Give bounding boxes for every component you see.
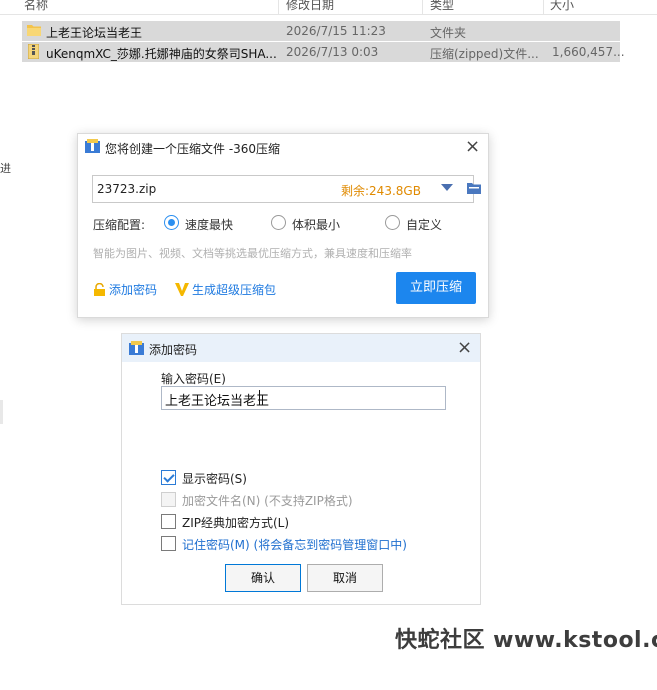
compress-dialog-title: 您将创建一个压缩文件 -360压缩 bbox=[105, 142, 281, 156]
password-input-label: 输入密码(E) bbox=[161, 372, 226, 386]
checkbox[interactable] bbox=[161, 536, 176, 551]
output-filename[interactable]: 23723.zip bbox=[97, 182, 156, 196]
file-type: 压缩(zipped)文件... bbox=[430, 47, 539, 61]
radio-selected[interactable] bbox=[164, 215, 179, 230]
super-pack-label: 生成超级压缩包 bbox=[192, 283, 277, 297]
column-header-date[interactable]: 修改日期 bbox=[286, 0, 334, 13]
password-input[interactable]: 上老王论坛当老王 bbox=[161, 386, 446, 410]
compress-now-button[interactable]: 立即压缩 bbox=[396, 272, 476, 304]
free-space-label: 剩余:243.8GB bbox=[341, 184, 421, 198]
file-row-folder[interactable]: 上老王论坛当老王 2026/7/15 11:23 文件夹 bbox=[22, 21, 620, 41]
radio[interactable] bbox=[385, 215, 400, 230]
browse-folder-icon[interactable] bbox=[467, 182, 481, 194]
left-edge-fragment: 进 bbox=[0, 162, 11, 175]
checkbox-checked[interactable] bbox=[161, 470, 176, 485]
option-label: 体积最小 bbox=[292, 218, 341, 232]
file-date: 2026/7/13 0:03 bbox=[286, 45, 379, 59]
column-header-type[interactable]: 类型 bbox=[430, 0, 454, 13]
radio[interactable] bbox=[271, 215, 286, 230]
archive-app-icon bbox=[129, 341, 144, 355]
ok-button[interactable]: 确认 bbox=[225, 564, 301, 592]
compress-hint: 智能为图片、视频、文档等挑选最优压缩方式，兼具速度和压缩率 bbox=[93, 247, 412, 260]
close-icon[interactable]: × bbox=[457, 339, 472, 357]
password-value[interactable]: 上老王论坛当老王 bbox=[165, 390, 269, 409]
compress-config-label: 压缩配置: bbox=[93, 218, 146, 232]
output-path-field[interactable]: 23723.zip 剩余:243.8GB bbox=[92, 175, 481, 203]
add-password-link[interactable]: 添加密码 bbox=[93, 281, 157, 298]
lock-icon bbox=[94, 283, 105, 296]
text-caret bbox=[259, 390, 260, 405]
zip-file-icon bbox=[28, 44, 39, 59]
password-dialog-title: 添加密码 bbox=[149, 343, 198, 357]
add-password-dialog: 添加密码 × 输入密码(E) 上老王论坛当老王 显示密码(S) 加密文件名(N)… bbox=[121, 333, 481, 605]
chevron-down-icon[interactable] bbox=[441, 184, 453, 191]
password-dialog-titlebar[interactable]: 添加密码 × bbox=[122, 334, 480, 362]
column-header-size[interactable]: 大小 bbox=[550, 0, 574, 13]
option-label: 速度最快 bbox=[185, 218, 234, 232]
super-pack-link[interactable]: 生成超级压缩包 bbox=[175, 281, 276, 298]
file-date: 2026/7/15 11:23 bbox=[286, 24, 386, 38]
checkbox[interactable] bbox=[161, 514, 176, 529]
show-password-label: 显示密码(S) bbox=[182, 472, 247, 486]
column-separator[interactable] bbox=[422, 0, 423, 14]
cancel-button[interactable]: 取消 bbox=[307, 564, 383, 592]
folder-icon bbox=[27, 25, 41, 36]
column-headers: 名称 修改日期 类型 大小 bbox=[0, 0, 657, 15]
column-separator[interactable] bbox=[278, 0, 279, 14]
option-label: 自定义 bbox=[406, 218, 443, 232]
file-name: uKenqmXC_莎娜.托娜神庙的女祭司SHA... bbox=[46, 47, 277, 61]
zip-classic-label: ZIP经典加密方式(L) bbox=[182, 516, 290, 530]
file-size: 1,660,457... bbox=[552, 45, 625, 59]
v-badge-icon bbox=[175, 283, 189, 296]
left-scroll-fragment bbox=[0, 400, 3, 424]
compress-dialog-titlebar[interactable]: 您将创建一个压缩文件 -360压缩 × bbox=[78, 134, 488, 160]
file-name: 上老王论坛当老王 bbox=[46, 26, 143, 40]
file-type: 文件夹 bbox=[430, 26, 467, 40]
watermark-text: 快蛇社区 www.kstool.cc bbox=[395, 628, 657, 653]
remember-password-label: 记住密码(M) (将会备忘到密码管理窗口中) bbox=[182, 538, 407, 552]
encrypt-filenames-label: 加密文件名(N) (不支持ZIP格式) bbox=[182, 494, 353, 508]
checkbox-disabled bbox=[161, 492, 176, 507]
archive-app-icon bbox=[85, 139, 100, 153]
column-separator[interactable] bbox=[543, 0, 544, 14]
add-password-label: 添加密码 bbox=[109, 283, 158, 297]
column-header-name[interactable]: 名称 bbox=[24, 0, 48, 13]
file-row-zip[interactable]: uKenqmXC_莎娜.托娜神庙的女祭司SHA... 2026/7/13 0:0… bbox=[22, 42, 625, 62]
close-icon[interactable]: × bbox=[465, 138, 480, 156]
compress-dialog: 您将创建一个压缩文件 -360压缩 × 23723.zip 剩余:243.8GB… bbox=[77, 133, 489, 318]
